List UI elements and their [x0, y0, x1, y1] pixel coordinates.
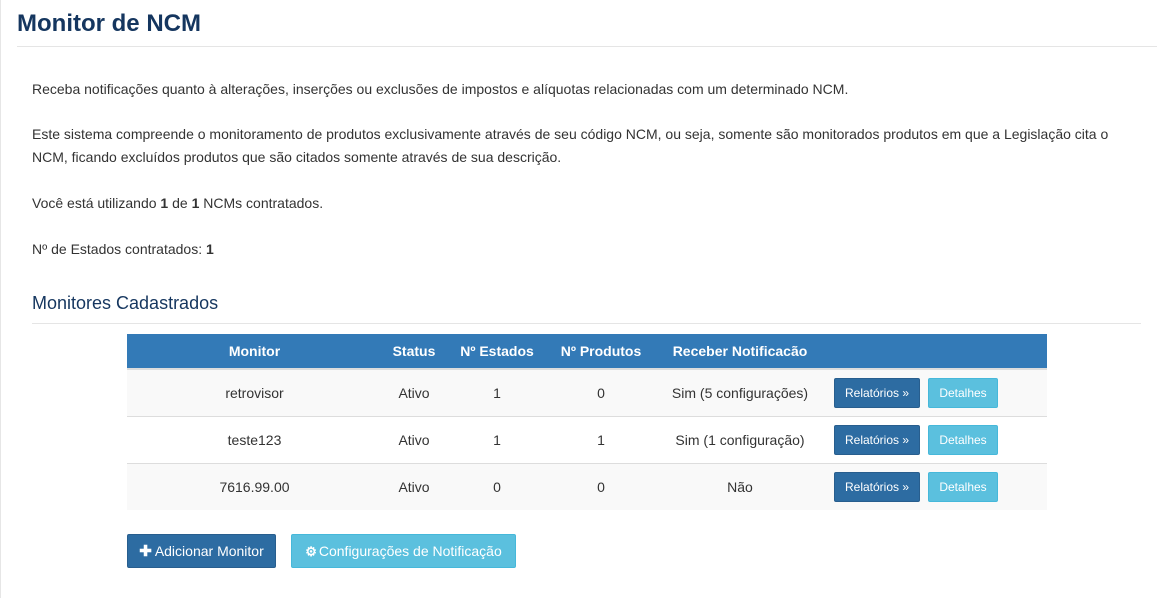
details-button[interactable]: Detalhes	[928, 425, 998, 455]
states-prefix: Nº de Estados contratados:	[32, 241, 206, 257]
notification-settings-button[interactable]: ⚙ Configurações de Notificação	[291, 534, 516, 568]
states-text: Nº de Estados contratados: 1	[32, 238, 1132, 261]
intro-paragraph: Receba notificações quanto à alterações,…	[32, 81, 849, 97]
cell-notify: Não	[654, 463, 826, 510]
states-count: 1	[206, 241, 214, 257]
usage-suffix: NCMs contratados.	[199, 195, 324, 211]
title-divider	[17, 46, 1157, 47]
cell-products: 0	[548, 369, 654, 417]
section-title: Monitores Cadastrados	[32, 293, 219, 313]
cell-actions: Relatórios » Detalhes	[826, 463, 1047, 510]
gear-icon: ⚙	[305, 544, 317, 559]
cell-status: Ativo	[382, 463, 446, 510]
cell-states: 0	[446, 463, 548, 510]
table-header-row: Monitor Status Nº Estados Nº Produtos Re…	[127, 334, 1047, 370]
table-row: 7616.99.00 Ativo 0 0 Não Relatórios » Det…	[127, 463, 1047, 510]
description-paragraph: Este sistema compreende o monitoramento …	[32, 126, 1109, 165]
reports-button[interactable]: Relatórios »	[834, 425, 920, 455]
table-row: teste123 Ativo 1 1 Sim (1 configuração) …	[127, 416, 1047, 464]
col-header-notify[interactable]: Receber Notificacão	[654, 334, 826, 370]
cell-notify: Sim (5 configurações)	[654, 369, 826, 417]
left-border	[0, 0, 1, 598]
plus-icon: ✚	[139, 543, 152, 560]
cell-products: 0	[548, 463, 654, 510]
col-header-products[interactable]: Nº Produtos	[548, 334, 654, 370]
usage-mid: de	[168, 195, 192, 211]
details-button[interactable]: Detalhes	[928, 378, 998, 408]
reports-button[interactable]: Relatórios »	[834, 472, 920, 502]
col-header-monitor[interactable]: Monitor	[127, 334, 382, 370]
table-row: retrovisor Ativo 1 0 Sim (5 configuraçõe…	[127, 369, 1047, 417]
cell-states: 1	[446, 416, 548, 464]
cell-monitor: 7616.99.00	[127, 463, 382, 510]
monitors-table: Monitor Status Nº Estados Nº Produtos Re…	[127, 334, 1047, 510]
section-divider	[32, 323, 1141, 324]
cell-status: Ativo	[382, 416, 446, 464]
cell-monitor: teste123	[127, 416, 382, 464]
page-title: Monitor de NCM	[17, 10, 201, 37]
col-header-actions	[826, 334, 1047, 370]
usage-prefix: Você está utilizando	[32, 195, 161, 211]
col-header-states[interactable]: Nº Estados	[446, 334, 548, 370]
cell-states: 1	[446, 369, 548, 417]
add-monitor-label: Adicionar Monitor	[154, 543, 264, 559]
cell-actions: Relatórios » Detalhes	[826, 416, 1047, 464]
add-monitor-button[interactable]: ✚ Adicionar Monitor	[127, 534, 276, 568]
cell-status: Ativo	[382, 369, 446, 417]
usage-text: Você está utilizando 1 de 1 NCMs contrat…	[32, 192, 1132, 215]
details-button[interactable]: Detalhes	[928, 472, 998, 502]
cell-products: 1	[548, 416, 654, 464]
col-header-status[interactable]: Status	[382, 334, 446, 370]
cell-actions: Relatórios » Detalhes	[826, 369, 1047, 417]
cell-monitor: retrovisor	[127, 369, 382, 417]
notification-settings-label: Configurações de Notificação	[318, 543, 502, 559]
reports-button[interactable]: Relatórios »	[834, 378, 920, 408]
cell-notify: Sim (1 configuração)	[654, 416, 826, 464]
